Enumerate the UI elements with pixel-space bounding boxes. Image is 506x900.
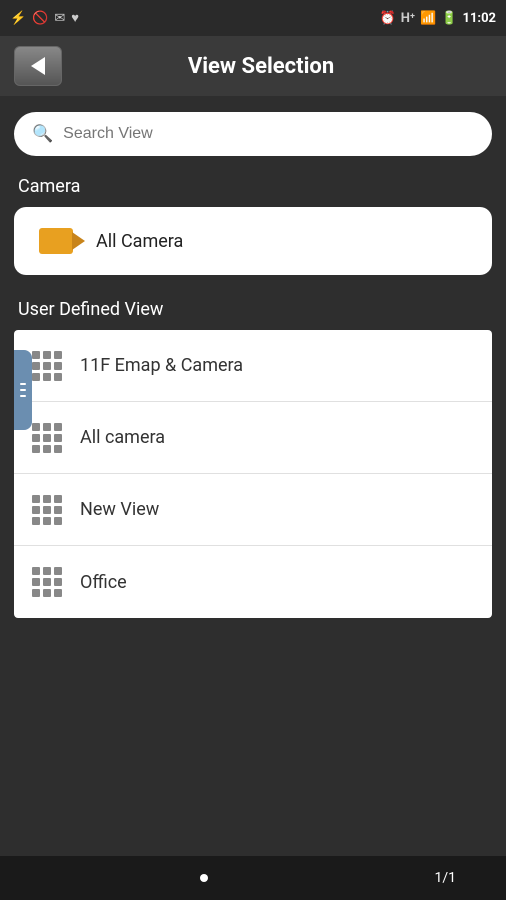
status-bar: ⚡ 🚫 ✉ ♥ ⏰ H⁺ 📶 🔋 11:02: [0, 0, 506, 36]
all-camera-label: All Camera: [96, 231, 183, 252]
user-view-list: 11F Emap & Camera All camera New View: [14, 330, 492, 618]
network-icon: 📶: [420, 11, 436, 26]
list-item-label: All camera: [80, 427, 165, 448]
time-display: 11:02: [463, 11, 497, 26]
battery-icon: 🔋: [441, 11, 457, 26]
list-item-label: Office: [80, 572, 127, 593]
bottom-bar: 1/1: [0, 856, 506, 900]
search-icon: 🔍: [32, 124, 53, 144]
main-content: 🔍 Camera All Camera User Defined View: [0, 96, 506, 856]
search-bar[interactable]: 🔍: [14, 112, 492, 156]
list-item[interactable]: New View: [14, 474, 492, 546]
back-button[interactable]: [14, 46, 62, 86]
toolbar: View Selection: [0, 36, 506, 96]
user-defined-section-label: User Defined View: [14, 299, 492, 320]
email-icon: ✉: [54, 11, 65, 26]
scroll-handle[interactable]: [14, 330, 34, 618]
list-item[interactable]: 11F Emap & Camera: [14, 330, 492, 402]
signal-icon: H⁺: [401, 11, 415, 26]
page-title: View Selection: [78, 54, 444, 79]
camera-all-item[interactable]: All Camera: [14, 207, 492, 275]
back-arrow-icon: [31, 57, 45, 75]
blocked-icon: 🚫: [32, 11, 48, 26]
grid-icon: [32, 351, 62, 381]
nav-dot: [200, 874, 208, 882]
usb-icon: ⚡: [10, 11, 26, 26]
camera-icon: [32, 221, 80, 261]
search-input[interactable]: [63, 125, 474, 143]
grid-icon: [32, 423, 62, 453]
status-icons-right: ⏰ H⁺ 📶 🔋 11:02: [380, 11, 497, 26]
camera-section-label: Camera: [14, 176, 492, 197]
health-icon: ♥: [71, 10, 79, 26]
status-icons-left: ⚡ 🚫 ✉ ♥: [10, 10, 79, 26]
grid-icon: [32, 567, 62, 597]
alarm-icon: ⏰: [380, 11, 396, 26]
scroll-pill: [14, 350, 32, 430]
grid-icon: [32, 495, 62, 525]
list-item-label: 11F Emap & Camera: [80, 355, 243, 376]
list-item[interactable]: Office: [14, 546, 492, 618]
page-indicator: 1/1: [434, 870, 456, 886]
list-item-label: New View: [80, 499, 159, 520]
list-item[interactable]: All camera: [14, 402, 492, 474]
